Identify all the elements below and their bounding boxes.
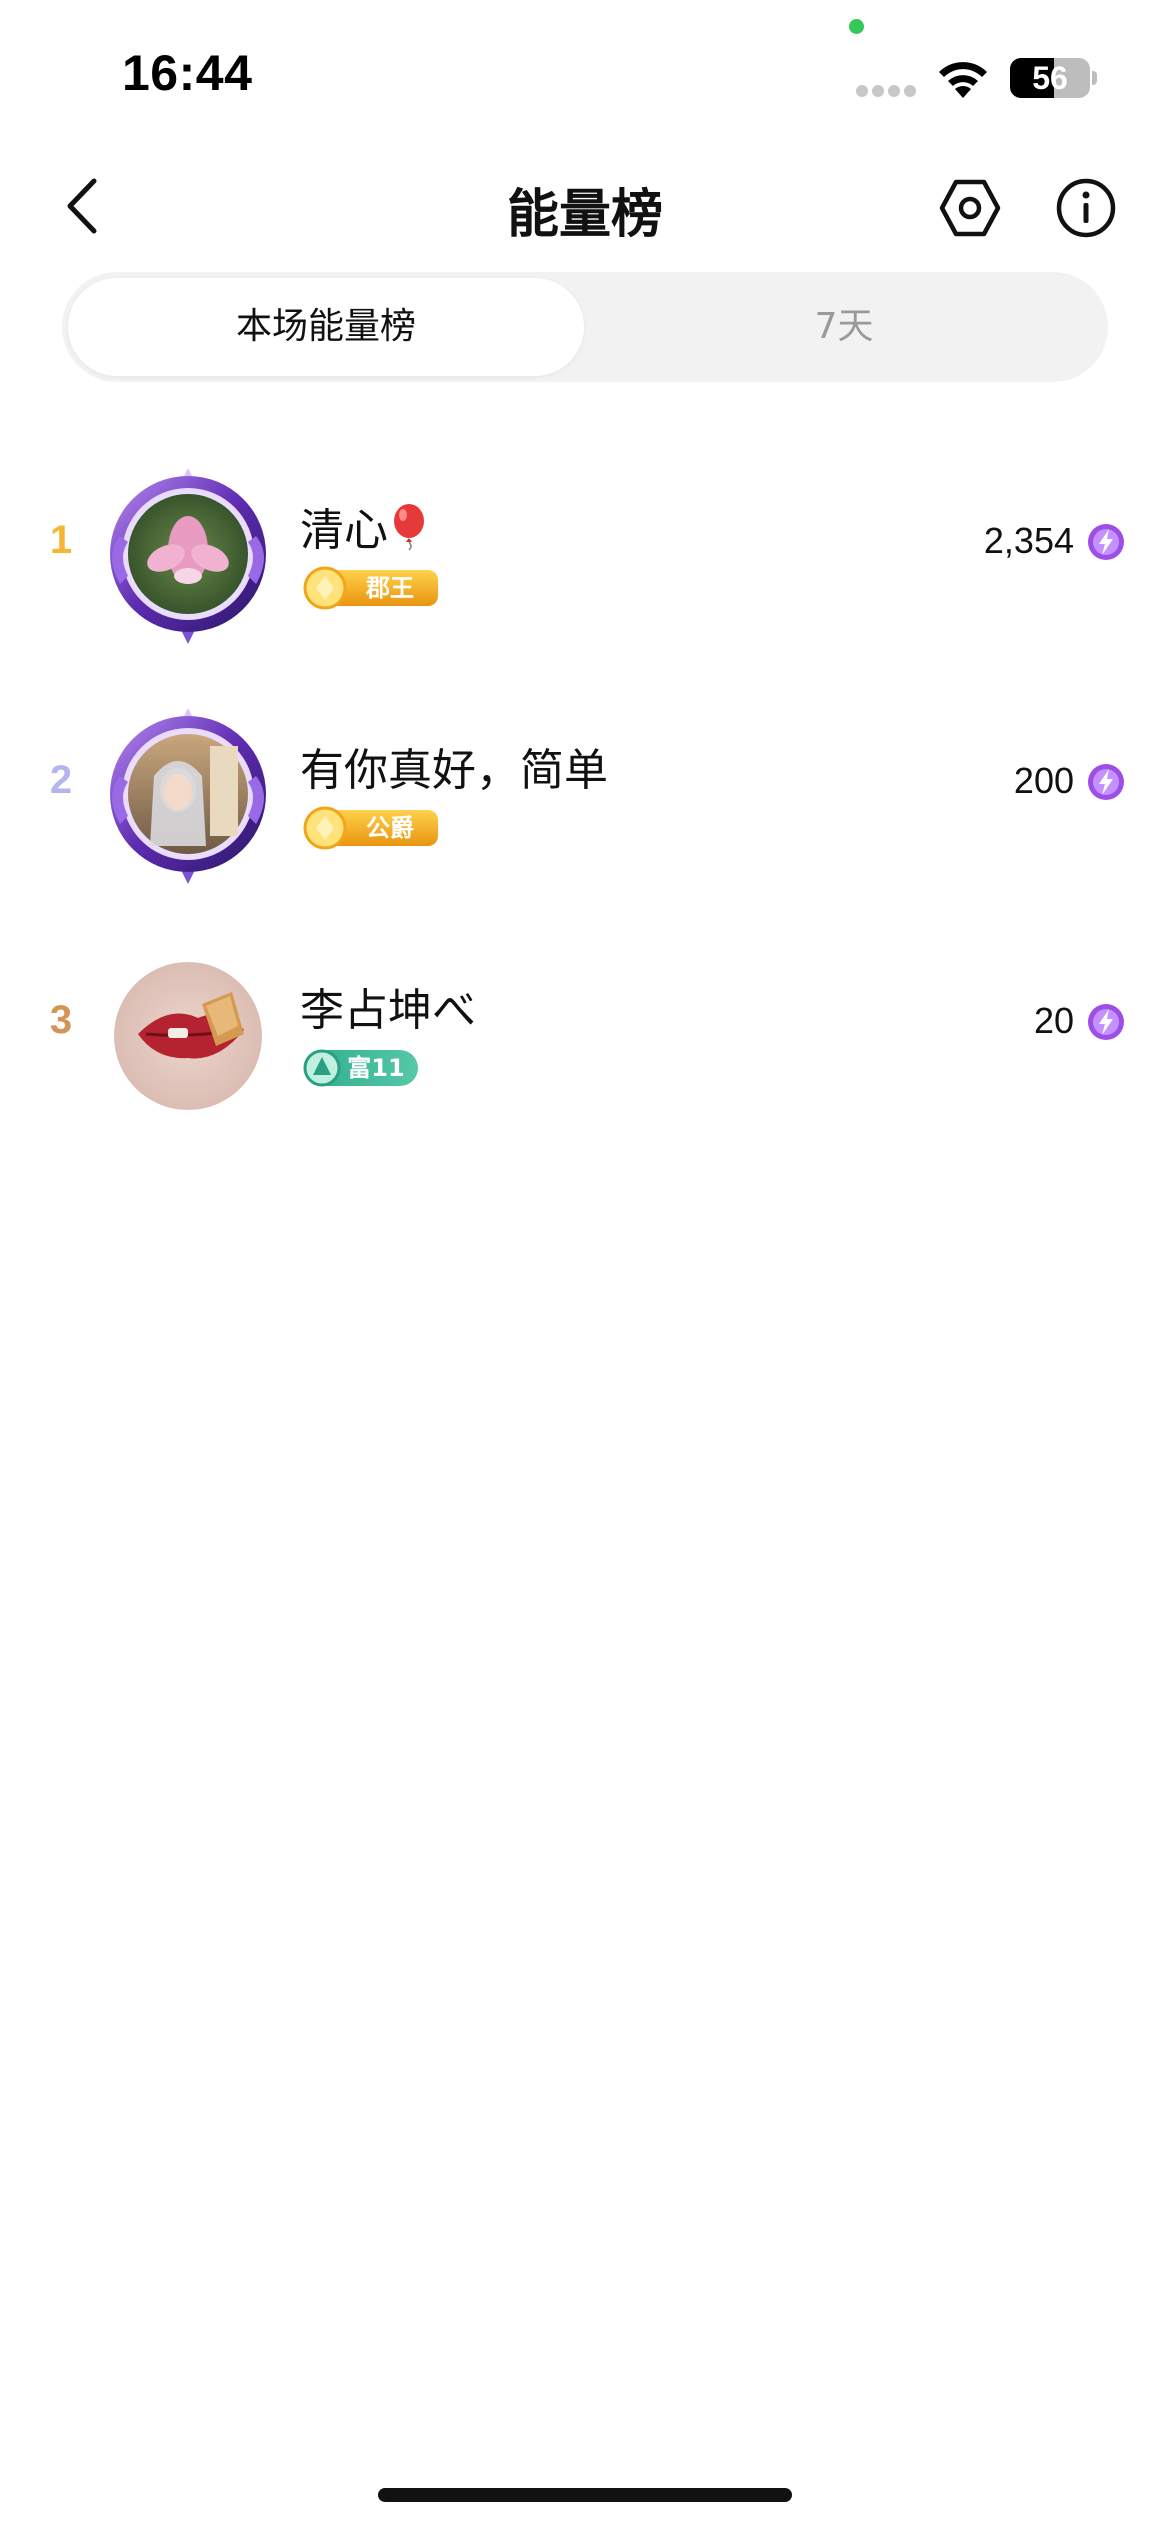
list-item[interactable]: 3 李占坤べ 富11 20 — [0, 936, 1170, 1136]
energy-score: 2,354 — [983, 520, 1074, 561]
rank-badge-gold: 公爵 — [303, 806, 438, 850]
badge-text: 郡王 — [365, 574, 414, 602]
badge-text: 富11 — [347, 1054, 404, 1082]
user-name-text: 清心 — [300, 505, 388, 556]
privacy-indicator-dot — [849, 19, 864, 34]
battery-level: 56 — [1032, 60, 1068, 96]
lightning-energy-icon — [1088, 524, 1124, 560]
rank-number: 3 — [49, 998, 73, 1042]
ranking-period-tabs: 本场能量榜 7天 — [62, 272, 1108, 382]
chevron-left-icon[interactable] — [58, 175, 108, 237]
status-bar: 16:44 56 — [0, 0, 1170, 140]
badge-text: 公爵 — [366, 814, 414, 842]
hexagon-settings-icon[interactable] — [938, 176, 1002, 240]
tab-7-days[interactable]: 7天 — [586, 278, 1102, 376]
energy-score: 200 — [1013, 760, 1074, 801]
wifi-icon — [939, 62, 987, 98]
page-title: 能量榜 — [506, 185, 663, 245]
lightning-energy-icon — [1088, 764, 1124, 800]
battery-icon: 56 — [1010, 58, 1090, 98]
user-name: 李占坤べ — [300, 985, 476, 1036]
avatar[interactable] — [98, 466, 278, 646]
list-item[interactable]: 1 清心 郡王 2,354 — [0, 456, 1170, 656]
info-circle-icon[interactable] — [1054, 176, 1118, 240]
user-name: 有你真好，简单 — [300, 745, 608, 796]
energy-ranking-screen: 16:44 56 能量榜 本场能量榜 7天 1 清心 郡王 2,354 2 有你… — [0, 0, 1170, 2532]
balloon-icon — [394, 504, 424, 551]
rank-number: 1 — [49, 518, 73, 562]
energy-score: 20 — [1033, 1000, 1074, 1041]
battery-cap — [1092, 71, 1097, 85]
lightning-energy-icon — [1088, 1004, 1124, 1040]
avatar[interactable] — [98, 706, 278, 886]
tab-current-session[interactable]: 本场能量榜 — [68, 278, 584, 376]
rank-number: 2 — [49, 758, 73, 802]
user-name: 清心 — [300, 494, 428, 558]
rank-badge-gold: 郡王 — [303, 566, 438, 610]
status-time: 16:44 — [122, 45, 253, 101]
cellular-signal-icon — [856, 85, 916, 97]
avatar[interactable] — [98, 946, 278, 1126]
home-indicator[interactable] — [378, 2488, 792, 2502]
rank-badge-teal: 富11 — [303, 1049, 418, 1087]
list-item[interactable]: 2 有你真好，简单 公爵 200 — [0, 696, 1170, 896]
